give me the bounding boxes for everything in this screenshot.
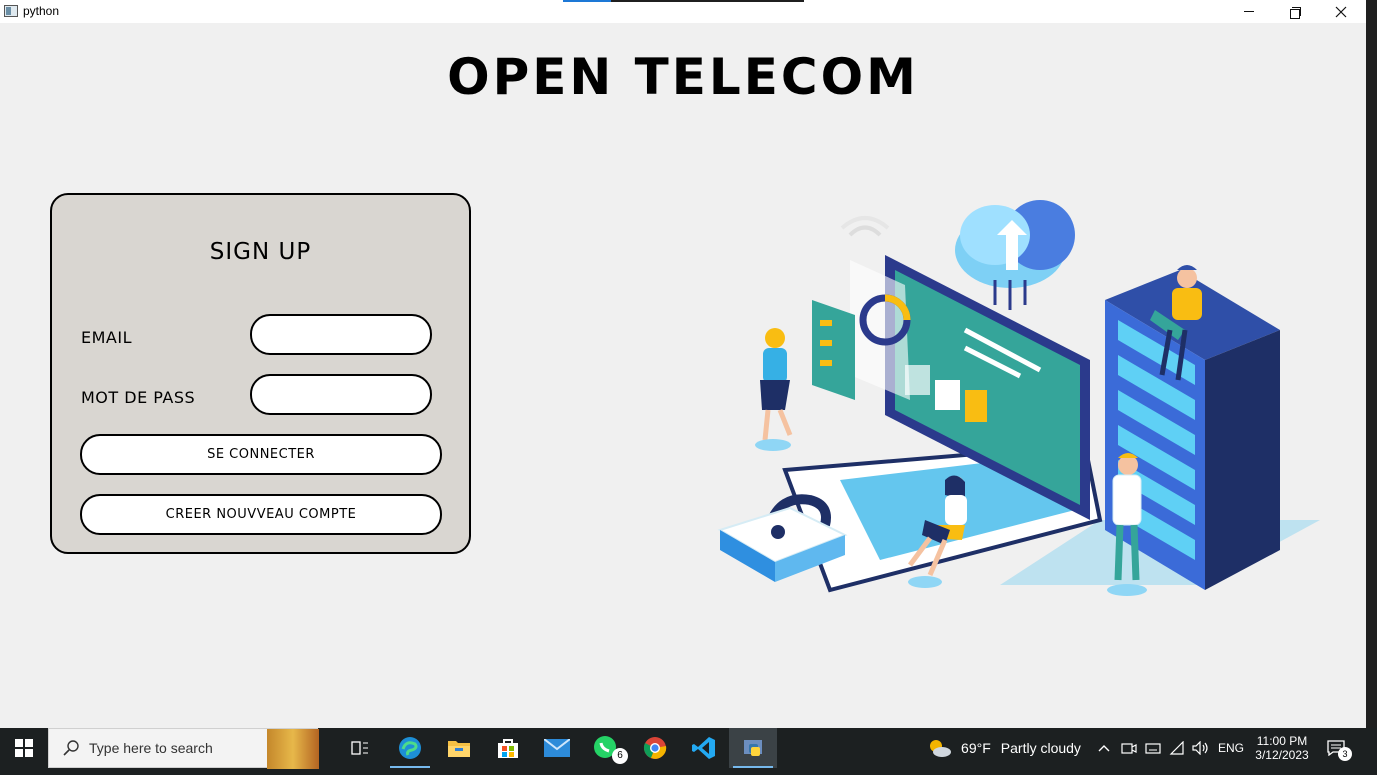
camera-icon <box>1121 743 1137 754</box>
chrome-app-button[interactable] <box>631 728 679 768</box>
task-view-icon <box>351 741 368 755</box>
store-app-button[interactable] <box>484 728 532 768</box>
restore-button[interactable] <box>1272 0 1318 23</box>
mail-app-button[interactable] <box>533 728 581 768</box>
app-window: python OPEN TELECOM SIGN UP EMAIL MOT DE… <box>0 0 1366 728</box>
show-hidden-icons-button[interactable] <box>1094 728 1114 768</box>
python-icon <box>744 740 762 756</box>
volume-button[interactable] <box>1190 728 1212 768</box>
email-label: EMAIL <box>81 328 132 347</box>
python-window-icon <box>4 5 18 17</box>
close-icon <box>1335 6 1347 17</box>
taskbar: Type here to search 6 69°F Partly cloudy <box>0 728 1377 775</box>
search-icon <box>63 740 79 756</box>
title-bar-marker-accent <box>563 0 611 2</box>
telecom-illustration <box>717 200 1320 596</box>
vscode-icon <box>692 737 715 759</box>
signup-title: SIGN UP <box>209 239 312 265</box>
email-field[interactable] <box>250 314 432 355</box>
taskbar-search-box[interactable]: Type here to search <box>48 728 319 769</box>
task-view-button[interactable] <box>336 728 384 768</box>
folder-icon <box>448 741 470 757</box>
signup-card: SIGN UP EMAIL MOT DE PASS SE CONNECTER C… <box>50 193 471 554</box>
page-title: OPEN TELECOM <box>447 48 919 106</box>
create-account-button[interactable]: CREER NOUVVEAU COMPTE <box>80 494 442 535</box>
edge-icon <box>399 737 421 759</box>
clock-time: 11:00 PM <box>1256 734 1308 748</box>
speaker-icon <box>1192 741 1208 755</box>
minimize-button[interactable] <box>1226 0 1272 23</box>
cloud-upload-image <box>955 200 1075 310</box>
clock-date: 3/12/2023 <box>1255 748 1309 762</box>
language-indicator: ENG <box>1217 741 1244 755</box>
windows-logo-icon <box>15 739 33 757</box>
start-button[interactable] <box>0 728 48 768</box>
partly-cloudy-icon <box>930 740 952 757</box>
python-running-indicator <box>733 766 773 768</box>
weather-widget[interactable]: 69°F Partly cloudy <box>924 728 1084 768</box>
chrome-icon <box>643 737 667 759</box>
language-button[interactable]: ENG <box>1214 728 1248 768</box>
window-border-strip <box>1366 0 1377 728</box>
input-method-button[interactable] <box>1142 728 1164 768</box>
wifi-icon <box>1169 741 1184 755</box>
search-placeholder: Type here to search <box>89 740 213 756</box>
close-button[interactable] <box>1318 0 1364 23</box>
title-bar: python <box>0 0 1366 23</box>
restore-icon <box>1290 6 1301 19</box>
password-field[interactable] <box>250 374 432 415</box>
network-button[interactable] <box>1166 728 1188 768</box>
notification-badge: 3 <box>1338 747 1352 761</box>
edge-app-button[interactable] <box>386 728 434 768</box>
window-title: python <box>23 4 60 18</box>
meet-now-button[interactable] <box>1118 728 1140 768</box>
vscode-app-button[interactable] <box>680 728 728 768</box>
chevron-up-icon <box>1098 745 1110 752</box>
whatsapp-app-button[interactable]: 6 <box>582 728 630 768</box>
store-bag-icon <box>498 739 518 758</box>
minimize-icon <box>1244 11 1254 12</box>
person-standing-left-image <box>755 328 793 451</box>
clock-button[interactable]: 11:00 PM 3/12/2023 <box>1248 728 1316 768</box>
search-highlight-image <box>267 729 319 769</box>
weather-description: Partly cloudy <box>1000 740 1081 756</box>
weather-temperature: 69°F <box>961 740 991 756</box>
notification-center-button[interactable]: 3 <box>1318 728 1354 768</box>
keyboard-icon <box>1145 743 1161 754</box>
edge-running-indicator <box>390 766 430 768</box>
whatsapp-badge: 6 <box>612 748 628 764</box>
python-app-button[interactable] <box>729 728 777 768</box>
mail-icon <box>544 739 570 757</box>
login-button[interactable]: SE CONNECTER <box>80 434 442 475</box>
file-explorer-button[interactable] <box>435 728 483 768</box>
password-label: MOT DE PASS <box>81 388 196 407</box>
